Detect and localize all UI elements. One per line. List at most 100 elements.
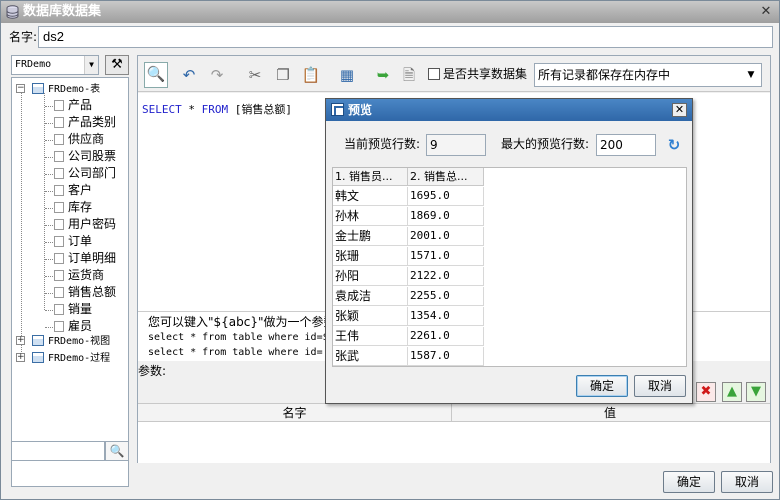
- close-icon[interactable]: ✕: [672, 103, 687, 117]
- tree-table-item[interactable]: 销量: [54, 301, 92, 318]
- table-icon: [54, 151, 64, 162]
- table-icon: [54, 185, 64, 196]
- salesperson-cell[interactable]: 袁成洁: [333, 287, 408, 306]
- salesperson-cell[interactable]: 张武: [333, 347, 408, 366]
- tree-table-label: 产品类别: [68, 115, 117, 129]
- sales-total-cell[interactable]: 2122.0: [408, 267, 484, 286]
- tree-table-item[interactable]: 产品类别: [54, 114, 116, 131]
- cancel-button[interactable]: 取消: [721, 471, 773, 493]
- collapse-icon[interactable]: −: [16, 84, 25, 93]
- sales-total-cell[interactable]: 1354.0: [408, 307, 484, 326]
- preview-col-header[interactable]: 1. 销售员...: [333, 168, 408, 186]
- sales-total-cell[interactable]: 1587.0: [408, 347, 484, 366]
- undo-icon: ↶: [182, 66, 196, 84]
- undo-button[interactable]: ↶: [178, 64, 200, 86]
- preview-button[interactable]: 🔍: [144, 62, 168, 88]
- paste-icon: 📋: [301, 66, 321, 84]
- tree-table-label: 用户密码: [68, 217, 117, 231]
- table-icon: [54, 100, 64, 111]
- connection-select[interactable]: FRDemo ▼: [11, 55, 99, 75]
- ok-button[interactable]: 确定: [663, 471, 715, 493]
- max-rows-label: 最大的预览行数:: [501, 137, 590, 151]
- refresh-icon[interactable]: ↻: [666, 137, 682, 153]
- salesperson-cell[interactable]: 金士鹏: [333, 227, 408, 246]
- tree-table-label: 公司股票: [68, 149, 117, 163]
- checkbox-box[interactable]: [428, 68, 440, 80]
- tree-group-label: FRDemo-过程: [48, 353, 111, 364]
- salesperson-cell[interactable]: 孙林: [333, 207, 408, 226]
- preview-col-header[interactable]: 2. 销售总...: [408, 168, 484, 186]
- connection-settings-button[interactable]: ⚒: [105, 55, 129, 75]
- tree-table-item[interactable]: 运货商: [54, 267, 104, 284]
- sales-total-cell[interactable]: 1695.0: [408, 187, 484, 206]
- table-icon: [54, 134, 64, 145]
- salesperson-cell[interactable]: 孙阳: [333, 267, 408, 286]
- close-icon[interactable]: ✕: [759, 5, 773, 19]
- table-icon: [54, 202, 64, 213]
- dataset-window: 数据库数据集 ✕ 名字: ds2 FRDemo ▼ ⚒ 产品 产品类别 供应商 公司股…: [0, 0, 780, 500]
- table-group-icon: [32, 83, 44, 94]
- table-tree: 产品 产品类别供应商 公司股票公司部门 客户 库存用户密码订单订单明细运货商销售总额 销量…: [11, 77, 129, 487]
- document-button[interactable]: 🗎: [398, 64, 420, 86]
- paste-button[interactable]: 📋: [300, 64, 322, 86]
- tree-table-label: 库存: [68, 200, 93, 214]
- redo-button[interactable]: ↷: [206, 64, 228, 86]
- move-up-button[interactable]: ▲: [722, 382, 742, 402]
- name-input[interactable]: ds2: [38, 26, 773, 48]
- sql-keyword-select: SELECT: [142, 103, 182, 116]
- table-icon: [54, 117, 64, 128]
- sales-total-cell[interactable]: 2255.0: [408, 287, 484, 306]
- tree-table-item[interactable]: 订单: [54, 233, 92, 250]
- copy-button[interactable]: ❐: [272, 64, 294, 86]
- copy-icon: ❐: [276, 66, 290, 84]
- tree-table-item[interactable]: 销售总额: [54, 284, 116, 301]
- arrow-down-icon: ▼: [751, 384, 761, 399]
- chevron-down-icon[interactable]: ▼: [741, 64, 761, 86]
- preview-icon: 🔍: [146, 65, 166, 83]
- grid-icon: ▦: [339, 66, 355, 84]
- salesperson-cell[interactable]: 韩文: [333, 187, 408, 206]
- expand-icon[interactable]: +: [16, 336, 25, 345]
- tree-search-button[interactable]: 🔍: [105, 441, 129, 461]
- tree-table-label: 订单明细: [68, 251, 117, 265]
- chevron-down-icon[interactable]: ▼: [84, 56, 98, 74]
- params-table: 名字 值: [138, 403, 770, 463]
- tree-table-item[interactable]: 公司部门: [54, 165, 116, 182]
- max-rows-input[interactable]: 200: [596, 134, 656, 156]
- params-header: 名字 值: [138, 404, 770, 422]
- tree-table-item[interactable]: 订单明细: [54, 250, 116, 267]
- execute-button[interactable]: ➥: [372, 64, 394, 86]
- window-title: 数据库数据集: [23, 4, 102, 19]
- tree-table-label: 雇员: [68, 319, 93, 333]
- tree-table-item[interactable]: 用户密码: [54, 216, 116, 233]
- preview-ok-button[interactable]: 确定: [576, 375, 628, 397]
- tree-table-item[interactable]: 供应商: [54, 131, 104, 148]
- tree-table-item[interactable]: 库存: [54, 199, 92, 216]
- cut-button[interactable]: ✂: [244, 64, 266, 86]
- sales-total-cell[interactable]: 2001.0: [408, 227, 484, 246]
- expand-icon[interactable]: +: [16, 353, 25, 362]
- tree-table-item[interactable]: 产品: [54, 97, 92, 114]
- memory-mode-select[interactable]: 所有记录都保存在内存中 ▼: [534, 63, 762, 87]
- sales-total-cell[interactable]: 1869.0: [408, 207, 484, 226]
- sales-total-cell[interactable]: 2261.0: [408, 327, 484, 346]
- salesperson-cell[interactable]: 张珊: [333, 247, 408, 266]
- salesperson-cell[interactable]: 王伟: [333, 327, 408, 346]
- table-icon: [54, 287, 64, 298]
- share-dataset-checkbox[interactable]: 是否共享数据集: [428, 66, 527, 82]
- salesperson-cell[interactable]: 张颖: [333, 307, 408, 326]
- delete-param-button[interactable]: ✖: [696, 382, 716, 402]
- tree-table-item[interactable]: 公司股票: [54, 148, 116, 165]
- tree-table-label: 运货商: [68, 268, 105, 282]
- move-down-button[interactable]: ▼: [746, 382, 766, 402]
- connection-value: FRDemo: [15, 59, 52, 70]
- sales-total-cell[interactable]: 1571.0: [408, 247, 484, 266]
- tree-search-input[interactable]: [11, 441, 105, 461]
- tree-table-item[interactable]: 客户: [54, 182, 92, 199]
- tree-table-label: 订单: [68, 234, 93, 248]
- format-button[interactable]: ▦: [336, 64, 358, 86]
- sql-star: *: [181, 103, 202, 116]
- preview-cancel-button[interactable]: 取消: [634, 375, 686, 397]
- table-icon: [54, 219, 64, 230]
- table-icon: [54, 304, 64, 315]
